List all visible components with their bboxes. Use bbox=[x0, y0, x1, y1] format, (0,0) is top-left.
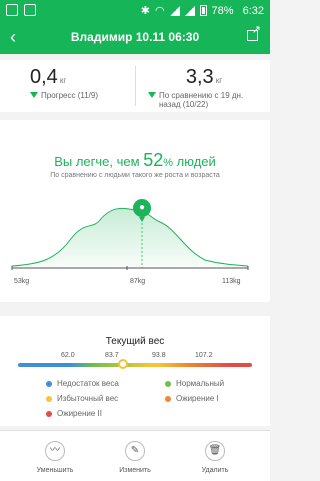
tick-label: 62.0 bbox=[61, 352, 75, 359]
tick-label: 107.2 bbox=[195, 352, 213, 359]
page-title: Владимир 10.11 06:30 bbox=[70, 30, 200, 44]
battery-icon bbox=[199, 5, 207, 16]
headline-suffix: людей bbox=[176, 154, 216, 169]
legend-dot bbox=[46, 410, 52, 417]
legend-label: Нормальный bbox=[176, 379, 225, 388]
legend-item: Ожирение II bbox=[46, 409, 102, 418]
legend-item: Ожирение I bbox=[165, 394, 219, 403]
clock: 6:32 bbox=[242, 4, 264, 17]
bottom-toolbar: 〰 Уменьшить ✎ Изменить 🗑 Удалить bbox=[0, 430, 270, 481]
legend-label: Ожирение I bbox=[176, 394, 219, 403]
reduce-label: Уменьшить bbox=[36, 467, 74, 474]
progress-unit: кг bbox=[59, 76, 67, 85]
progress-stat: 0,4 кг Прогресс (11/9) bbox=[30, 66, 98, 100]
wifi-icon: ◠ bbox=[154, 5, 165, 17]
legend-label: Избыточный вес bbox=[57, 394, 119, 403]
legend-label: Недостаток веса bbox=[57, 379, 119, 388]
current-weight-title: Текущий вес bbox=[105, 336, 165, 347]
legend-dot bbox=[46, 380, 52, 387]
legend-item: Избыточный вес bbox=[46, 394, 118, 403]
divider bbox=[135, 66, 136, 106]
edit-button[interactable]: ✎ Изменить bbox=[105, 441, 165, 474]
headline-percent: 52 bbox=[143, 150, 164, 170]
bmi-scale-bar bbox=[18, 363, 252, 367]
x-label-min: 53kg bbox=[14, 278, 30, 285]
comparison-value: 3,3 bbox=[185, 66, 214, 88]
current-weight-marker bbox=[118, 359, 128, 369]
progress-value: 0,4 bbox=[30, 66, 58, 88]
comparison-stat: 3,3 кг По сравнению с 19 дн. назад (10/22… bbox=[148, 66, 260, 109]
notification-icon bbox=[6, 4, 18, 16]
progress-caption: Прогресс (11/9) bbox=[41, 91, 98, 100]
bluetooth-icon: ✱ bbox=[140, 5, 150, 17]
app-bar: ‹ Владимир 10.11 06:30 bbox=[0, 22, 270, 54]
tick-label: 83.7 bbox=[105, 352, 119, 359]
legend-item: Нормальный bbox=[165, 379, 224, 388]
x-label-mid: 87kg bbox=[130, 278, 146, 285]
edit-label: Изменить bbox=[119, 467, 151, 474]
comparison-caption: По сравнению с 19 дн. назад (10/22) bbox=[159, 91, 244, 109]
signal-icon-2 bbox=[184, 5, 195, 16]
current-weight-card: Текущий вес 62.0 83.7 93.8 107.2 Недоста… bbox=[0, 316, 270, 426]
summary-card: 0,4 кг Прогресс (11/9) 3,3 кг По сравнению… bbox=[0, 60, 270, 112]
legend-item: Недостаток веса bbox=[46, 379, 119, 388]
headline-prefix: Вы легче, чем bbox=[54, 154, 140, 169]
legend-dot bbox=[46, 395, 52, 402]
person-pin-icon: ● bbox=[133, 199, 151, 222]
delete-label: Удалить bbox=[201, 467, 229, 474]
status-bar: ✱ ◠ 78% 6:32 bbox=[0, 0, 270, 22]
signal-icon bbox=[169, 5, 180, 16]
down-arrow-icon bbox=[148, 92, 156, 98]
lighter-headline: Вы легче, чем 52% людей bbox=[0, 150, 270, 171]
gallery-icon bbox=[24, 4, 36, 16]
tick-label: 93.8 bbox=[152, 352, 166, 359]
legend-label: Ожирение II bbox=[57, 409, 102, 418]
x-label-max: 113kg bbox=[222, 278, 241, 285]
edit-icon: ✎ bbox=[125, 441, 145, 461]
battery-level: 78% bbox=[211, 4, 234, 17]
delete-button[interactable]: 🗑 Удалить bbox=[185, 441, 245, 474]
reduce-button[interactable]: 〰 Уменьшить bbox=[25, 441, 85, 474]
legend-dot bbox=[165, 380, 171, 387]
headline-percent-sign: % bbox=[163, 157, 174, 169]
share-icon[interactable] bbox=[247, 23, 261, 41]
trash-icon: 🗑 bbox=[205, 441, 225, 461]
legend-dot bbox=[165, 395, 171, 402]
comparison-unit: кг bbox=[215, 76, 223, 85]
down-arrow-icon bbox=[30, 92, 38, 98]
wave-icon: 〰 bbox=[45, 441, 65, 461]
comparison-subtitle: По сравнению с людьми такого же роста и … bbox=[50, 172, 220, 179]
